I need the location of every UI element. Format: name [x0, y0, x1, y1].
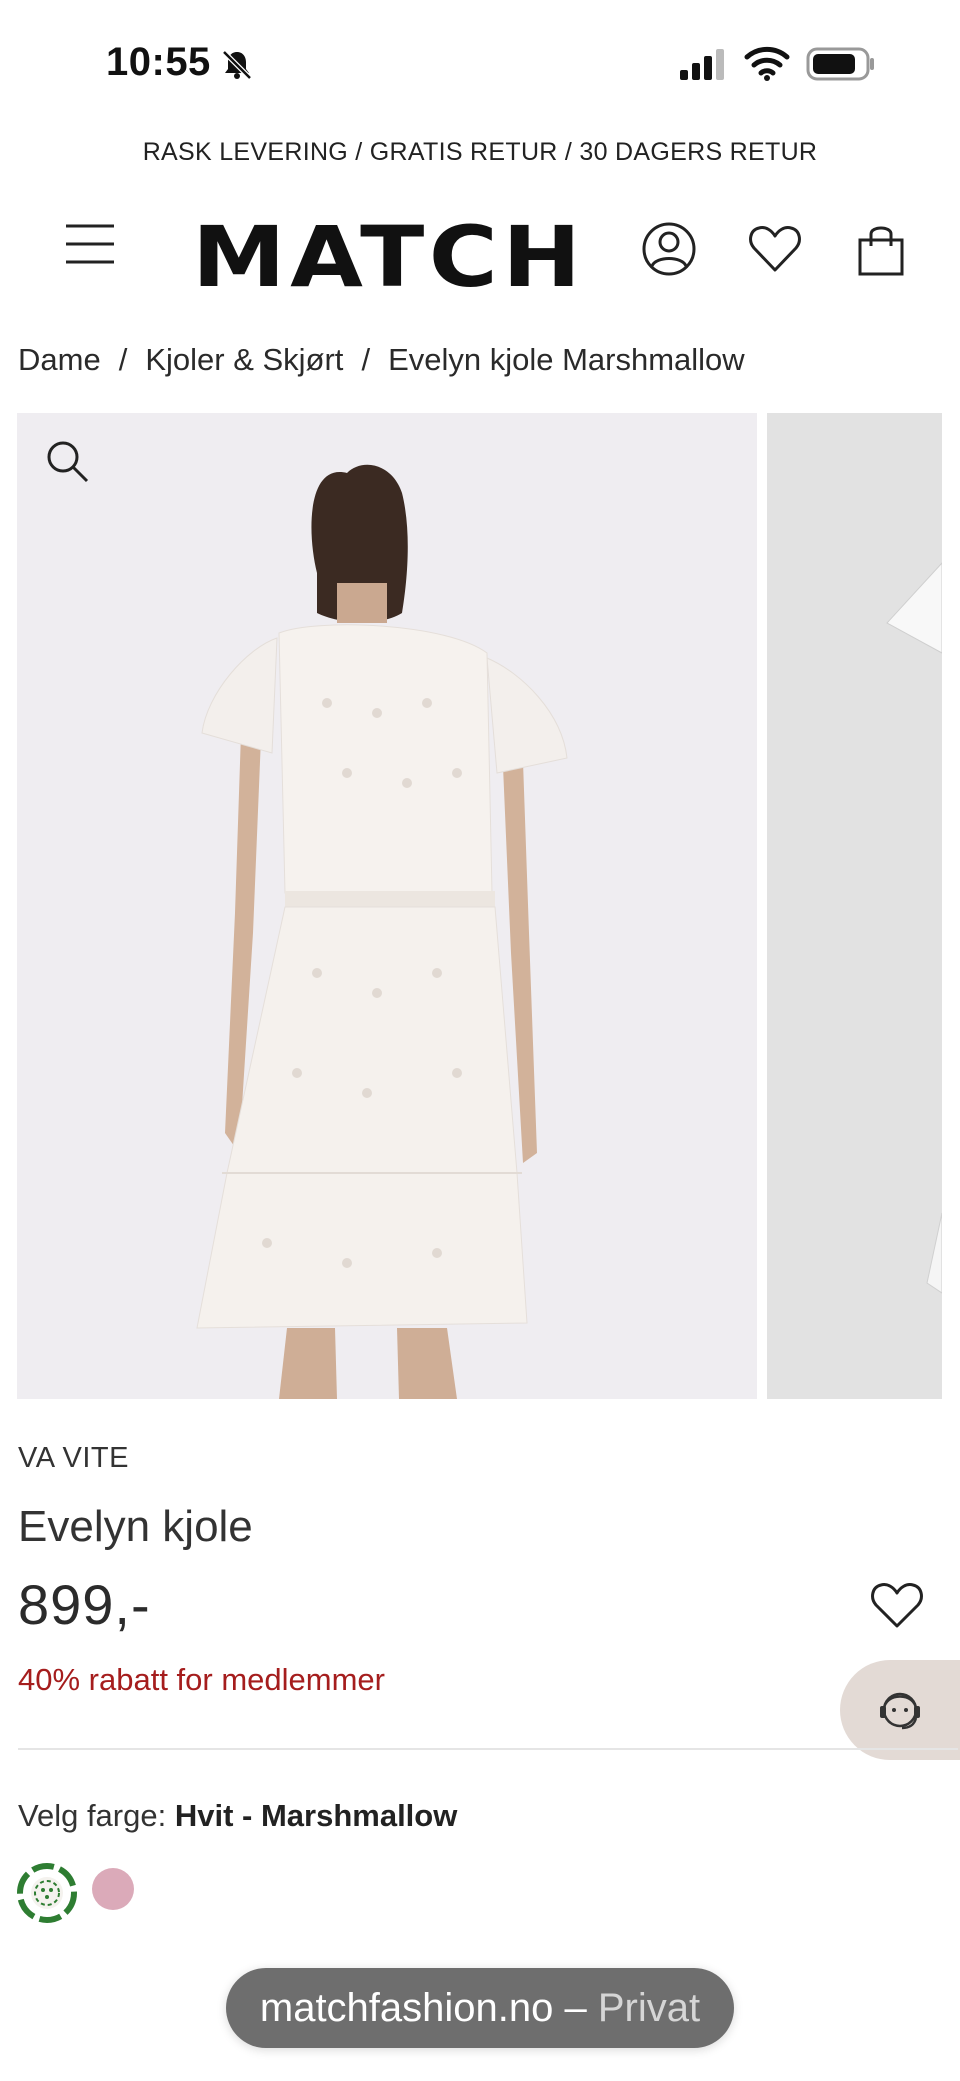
product-image-next[interactable] [767, 413, 942, 1399]
product-title: Evelyn kjole [18, 1502, 253, 1551]
wifi-icon [744, 46, 790, 81]
color-swatch-selected[interactable] [16, 1862, 78, 1924]
browser-private-mode: Privat [597, 1986, 701, 2030]
match-logo[interactable]: MATCH [192, 208, 585, 306]
product-price: 899,- [18, 1573, 151, 1636]
zoom-search-icon[interactable] [44, 438, 90, 484]
add-to-wishlist-heart-icon[interactable] [868, 1578, 926, 1632]
divider [18, 1748, 958, 1750]
breadcrumb-separator: / [361, 342, 371, 377]
breadcrumb-dame[interactable]: Dame [18, 342, 101, 377]
breadcrumb: Dame / Kjoler & Skjørt / Evelyn kjole Marshm… [18, 342, 745, 378]
chat-agent-icon [880, 1692, 920, 1730]
color-label: Velg farge: [18, 1798, 167, 1833]
member-discount-text: 40% rabatt for medlemmer [18, 1662, 385, 1697]
battery-icon [806, 47, 874, 81]
customer-service-chat-button[interactable] [840, 1660, 960, 1760]
browser-address-bar[interactable]: matchfashion.no – Privat [226, 1968, 734, 2048]
product-brand[interactable]: VA VITE [18, 1442, 129, 1475]
product-photo [196, 464, 568, 1399]
promo-bar: RASK LEVERING / GRATIS RETUR / 30 DAGERS… [142, 138, 818, 166]
menu-icon[interactable] [62, 222, 118, 266]
cellular-signal-icon [680, 49, 724, 80]
browser-domain: matchfashion.no [259, 1986, 554, 2030]
account-icon[interactable] [640, 220, 698, 278]
product-image-main[interactable] [17, 413, 757, 1399]
selected-color-name: Hvit - Marshmallow [174, 1798, 458, 1833]
breadcrumb-separator: / [118, 342, 128, 377]
browser-dash: – [553, 1986, 598, 2030]
wishlist-heart-icon[interactable] [746, 220, 804, 278]
color-selector-label: Velg farge: Hvit - Marshmallow [18, 1798, 457, 1834]
status-time: 10:55 [106, 40, 211, 84]
shopping-bag-icon[interactable] [852, 220, 910, 278]
color-swatch-pink[interactable] [92, 1868, 134, 1910]
product-photo-partial [886, 562, 942, 1294]
breadcrumb-kjoler[interactable]: Kjoler & Skjørt [145, 342, 343, 377]
breadcrumb-current: Evelyn kjole Marshmallow [388, 342, 745, 377]
bell-muted-icon [222, 50, 252, 80]
